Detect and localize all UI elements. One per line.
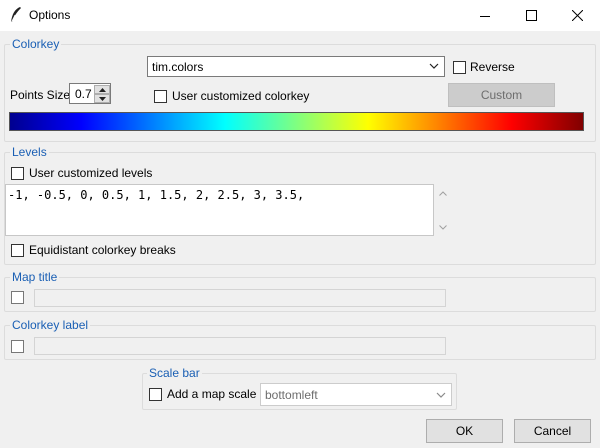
map-title-checkbox[interactable] (11, 291, 24, 304)
colorbar (9, 112, 584, 131)
maximize-button[interactable] (508, 0, 554, 31)
points-size-label: Points Size (10, 88, 71, 102)
chevron-down-icon (436, 392, 446, 398)
equidistant-checkbox[interactable] (11, 244, 24, 257)
close-button[interactable] (554, 0, 600, 31)
add-map-scale-label: Add a map scale (167, 387, 257, 401)
colormap-select[interactable]: tim.colors (147, 56, 445, 77)
custom-button[interactable]: Custom (448, 83, 555, 107)
spin-down-icon (99, 97, 106, 101)
window-title: Options (29, 8, 71, 22)
minimize-icon (480, 15, 490, 17)
user-colorkey-label: User customized colorkey (172, 89, 310, 103)
levels-textarea[interactable]: -1, -0.5, 0, 0.5, 1, 1.5, 2, 2.5, 3, 3.5… (5, 184, 434, 236)
scroll-down-icon[interactable] (439, 225, 447, 230)
colorkey-label-legend: Colorkey label (10, 318, 91, 332)
add-map-scale-checkbox[interactable] (149, 388, 162, 401)
points-size-value: 0.7 (75, 87, 92, 101)
spin-down-button[interactable] (94, 94, 110, 103)
scale-position-select[interactable]: bottomleft (260, 383, 452, 406)
scale-position-value: bottomleft (265, 388, 318, 402)
chevron-down-icon (429, 63, 439, 69)
scroll-up-icon[interactable] (439, 191, 447, 196)
minimize-button[interactable] (462, 0, 508, 31)
levels-scrollbar[interactable] (435, 184, 451, 236)
colormap-value: tim.colors (152, 60, 204, 74)
reverse-label: Reverse (470, 60, 515, 74)
spin-up-icon (99, 88, 106, 92)
user-levels-label: User customized levels (29, 166, 153, 180)
equidistant-label: Equidistant colorkey breaks (29, 243, 176, 257)
feather-icon (10, 7, 21, 24)
reverse-checkbox[interactable] (453, 61, 466, 74)
spin-up-button[interactable] (94, 85, 110, 94)
maximize-icon (525, 10, 537, 21)
user-colorkey-checkbox[interactable] (154, 90, 167, 103)
colorkey-label-checkbox[interactable] (11, 340, 24, 353)
colorkey-label-input[interactable] (34, 337, 446, 355)
levels-legend: Levels (10, 145, 49, 159)
map-title-legend: Map title (10, 270, 60, 284)
user-levels-checkbox[interactable] (11, 167, 24, 180)
points-size-spinbox[interactable]: 0.7 (69, 83, 111, 104)
map-title-input[interactable] (34, 289, 446, 307)
scale-bar-legend: Scale bar (147, 366, 202, 380)
ok-button[interactable]: OK (426, 419, 503, 443)
close-icon (571, 10, 583, 21)
cancel-button[interactable]: Cancel (514, 419, 591, 443)
colorkey-legend: Colorkey (10, 37, 62, 51)
